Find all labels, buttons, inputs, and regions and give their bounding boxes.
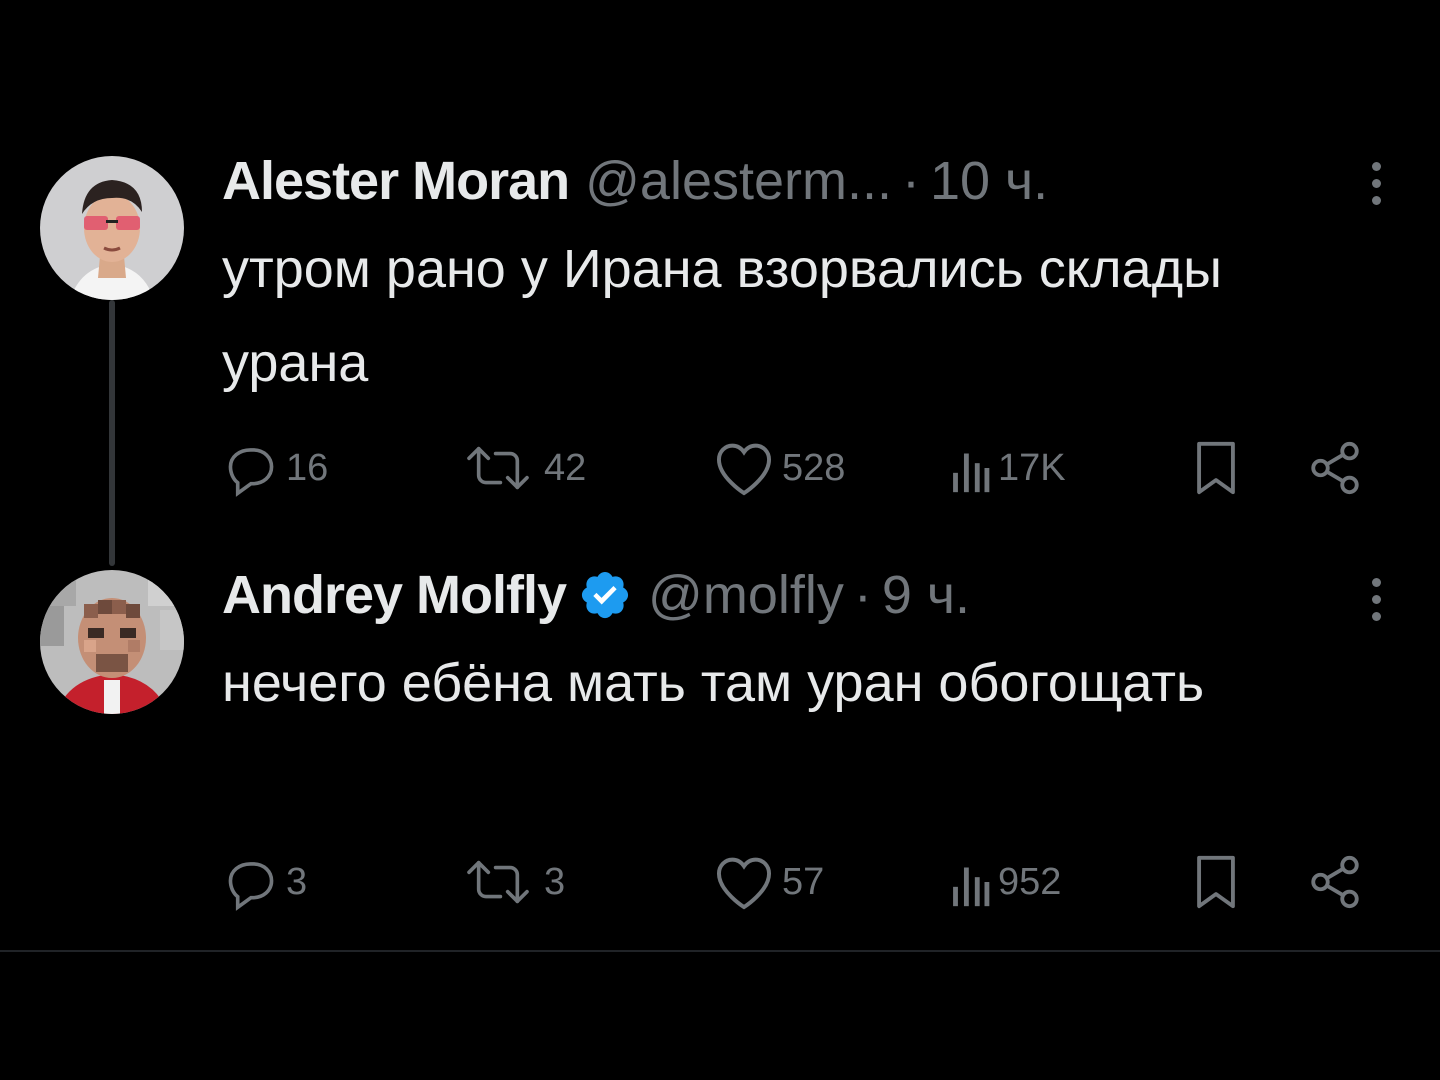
thread-connector-line bbox=[109, 300, 115, 566]
separator-dot: · bbox=[902, 151, 920, 211]
timestamp[interactable]: 10 ч. bbox=[930, 150, 1048, 212]
views-button[interactable]: 17K bbox=[948, 438, 1066, 498]
bookmark-button[interactable] bbox=[1192, 852, 1240, 912]
reply-button[interactable]: 3 bbox=[222, 852, 307, 912]
timestamp[interactable]: 9 ч. bbox=[882, 564, 970, 626]
views-button[interactable]: 952 bbox=[948, 852, 1061, 912]
reply-button[interactable]: 16 bbox=[222, 438, 328, 498]
reply-icon bbox=[228, 862, 274, 911]
verified-badge-icon bbox=[581, 571, 629, 619]
tweet-text: утром рано у Ирана взорвались склады ура… bbox=[222, 239, 1222, 393]
avatar-andrey-molfly[interactable] bbox=[40, 570, 184, 714]
bookmark-icon bbox=[1197, 441, 1235, 495]
avatar-alester-moran[interactable] bbox=[40, 156, 184, 300]
repost-icon bbox=[467, 446, 529, 490]
more-icon[interactable] bbox=[1370, 578, 1382, 621]
tweet-header: Andrey Molfly @molfly · 9 ч. bbox=[222, 560, 970, 630]
like-button[interactable]: 57 bbox=[712, 852, 824, 912]
tweet-header: Alester Moran @alesterm... · 10 ч. bbox=[222, 146, 1048, 216]
share-icon bbox=[1311, 441, 1359, 495]
views-icon bbox=[953, 867, 990, 907]
author-handle[interactable]: @molfly bbox=[648, 564, 844, 626]
author-handle[interactable]: @alesterm... bbox=[585, 150, 892, 212]
separator-dot: · bbox=[853, 565, 872, 625]
repost-button[interactable]: 42 bbox=[458, 438, 586, 498]
share-button[interactable] bbox=[1306, 852, 1364, 912]
like-count: 528 bbox=[782, 446, 846, 489]
author-name[interactable]: Alester Moran bbox=[222, 150, 570, 212]
repost-count: 42 bbox=[544, 446, 587, 489]
reply-icon bbox=[228, 448, 274, 497]
bookmark-icon bbox=[1197, 855, 1235, 909]
bookmark-button[interactable] bbox=[1192, 438, 1240, 498]
heart-icon bbox=[716, 443, 772, 496]
like-count: 57 bbox=[782, 860, 825, 903]
author-name[interactable]: Andrey Molfly bbox=[222, 564, 567, 626]
repost-button[interactable]: 3 bbox=[458, 852, 565, 912]
views-icon bbox=[953, 453, 990, 493]
heart-icon bbox=[716, 857, 772, 910]
tweet-actions: 16 42 528 17K bbox=[222, 438, 1372, 498]
like-button[interactable]: 528 bbox=[712, 438, 845, 498]
reply-count: 3 bbox=[286, 860, 308, 903]
tweet-text: нечего ебёна мать там уран обогощать bbox=[222, 653, 1205, 713]
reply-count: 16 bbox=[286, 446, 329, 489]
share-icon bbox=[1311, 855, 1359, 909]
more-icon[interactable] bbox=[1370, 162, 1382, 205]
feed-divider bbox=[0, 950, 1440, 952]
views-count: 17K bbox=[998, 446, 1066, 489]
share-button[interactable] bbox=[1306, 438, 1364, 498]
repost-count: 3 bbox=[544, 860, 566, 903]
tweet-actions: 3 3 57 952 bbox=[222, 852, 1372, 912]
views-count: 952 bbox=[998, 860, 1062, 903]
repost-icon bbox=[467, 860, 529, 904]
